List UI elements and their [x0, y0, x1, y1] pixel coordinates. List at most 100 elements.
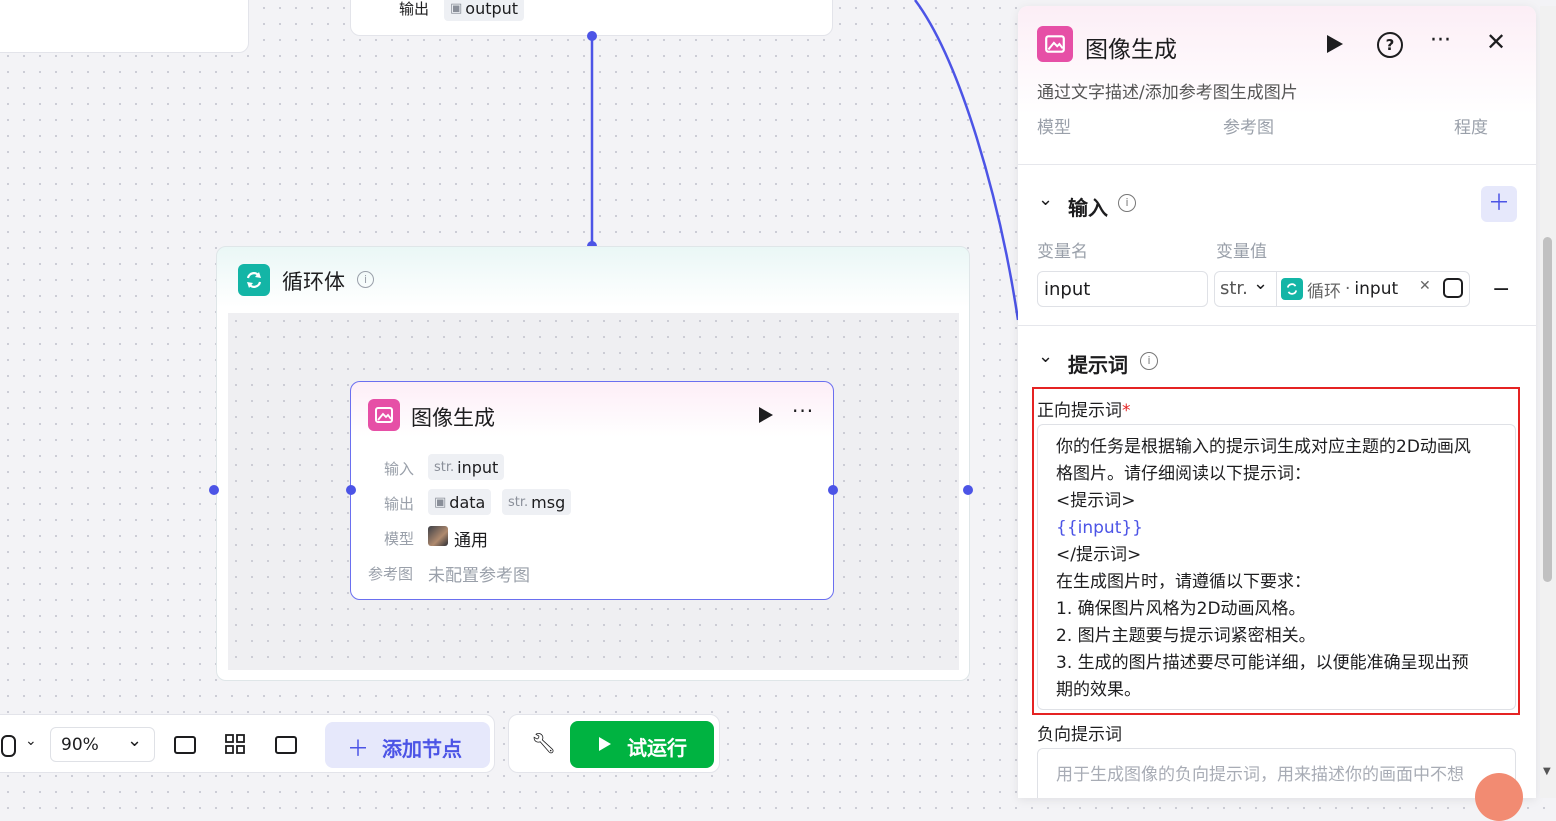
model-avatar	[428, 526, 448, 546]
scrollbar-thumb[interactable]	[1543, 237, 1552, 582]
output-msg-name: msg	[531, 492, 566, 512]
info-icon[interactable]: i	[1140, 352, 1158, 370]
prompt-line: 1. 确保图片风格为2D动画风格。	[1056, 599, 1306, 619]
run-toolbar: 🔧︎ 试运行	[508, 714, 720, 773]
divider	[1018, 325, 1536, 326]
prompt-line: </提示词>	[1056, 545, 1142, 565]
node-output-data-tag: ▣ data	[428, 489, 492, 515]
scroll-down-arrow-icon[interactable]: ▼	[1543, 766, 1551, 777]
positive-prompt-textarea[interactable]: 你的任务是根据输入的提示词生成对应主题的2D动画风 格图片。请仔细阅读以下提示词…	[1037, 424, 1516, 710]
more-icon[interactable]: ···	[1430, 28, 1451, 53]
info-icon[interactable]: i	[357, 271, 374, 288]
node-ref-label: 参考图	[368, 565, 414, 583]
node-model-value: 通用	[454, 531, 488, 551]
node-output-label: 输出	[384, 495, 415, 513]
divider	[1018, 164, 1536, 165]
negative-prompt-textarea[interactable]: 用于生成图像的负向提示词，用来描述你的画面中不想	[1037, 748, 1516, 798]
node-input-label: 输入	[384, 460, 415, 478]
negative-prompt-label: 负向提示词	[1037, 725, 1122, 745]
image-gen-node[interactable]: 图像生成 ··· 输入 str. input 输出 ▣ data str. ms…	[350, 381, 834, 600]
port-dot[interactable]	[963, 485, 973, 495]
trial-run-label: 试运行	[627, 736, 687, 760]
col-degree: 程度	[1454, 118, 1488, 138]
port-dot[interactable]	[209, 485, 219, 495]
ref-var-name: input	[1354, 279, 1399, 299]
minimap-icon[interactable]	[275, 736, 297, 754]
var-name-input[interactable]: input	[1037, 271, 1208, 307]
clear-ref-icon[interactable]: ✕	[1419, 278, 1431, 294]
loop-title: 循环体	[282, 270, 345, 294]
loop-icon	[238, 264, 270, 296]
info-icon[interactable]: i	[1118, 194, 1136, 212]
assistant-avatar[interactable]	[1475, 773, 1523, 821]
run-node-icon[interactable]	[759, 407, 773, 423]
add-input-button[interactable]: ＋	[1481, 186, 1517, 222]
input-name: input	[457, 457, 499, 477]
ref-separator: ·	[1345, 279, 1351, 299]
image-type-icon: ▣	[434, 494, 447, 510]
var-value-header: 变量值	[1216, 242, 1267, 262]
zoom-select[interactable]: 90% ⌄	[50, 727, 155, 762]
wrench-icon[interactable]: 🔧︎	[531, 731, 556, 755]
var-name-header: 变量名	[1037, 242, 1088, 262]
divider	[1276, 272, 1277, 306]
run-icon[interactable]	[1327, 35, 1343, 53]
prompt-line: 格图片。请仔细阅读以下提示词：	[1056, 464, 1311, 484]
port-dot[interactable]	[828, 485, 838, 495]
panel-title: 图像生成	[1085, 37, 1177, 63]
negative-placeholder: 用于生成图像的负向提示词，用来描述你的画面中不想	[1056, 765, 1464, 785]
loop-icon	[1281, 278, 1303, 300]
col-model: 模型	[1037, 118, 1071, 138]
chevron-down-icon[interactable]: ⌄	[1253, 273, 1268, 294]
chevron-down-icon[interactable]: ⌄	[1038, 346, 1053, 367]
panel-scrollbar[interactable]: ▼	[1540, 6, 1556, 798]
prompt-variable-line: {{input}}	[1056, 518, 1143, 538]
var-name-value: input	[1044, 278, 1091, 300]
variable-picker-icon[interactable]	[1443, 278, 1463, 298]
node-model-label: 模型	[384, 530, 415, 548]
remove-input-button[interactable]: −	[1492, 277, 1510, 302]
image-gen-icon	[368, 399, 400, 431]
prompt-line: 在生成图片时，请遵循以下要求：	[1056, 572, 1311, 592]
port-dot[interactable]	[587, 31, 597, 41]
type-label: str.	[434, 459, 455, 475]
port-dot[interactable]	[346, 485, 356, 495]
type-select-value[interactable]: str.	[1220, 278, 1248, 299]
layout-grid-icon[interactable]	[225, 734, 245, 758]
add-node-label: 添加节点	[382, 737, 462, 761]
required-mark: *	[1122, 401, 1131, 421]
bottom-toolbar: ⌄ 90% ⌄ ＋ 添加节点	[0, 714, 495, 773]
var-value-selector[interactable]: str. ⌄ 循环 · input ✕	[1214, 271, 1470, 307]
type-label: str.	[508, 494, 529, 510]
loop-ref-tag: 循环 · input	[1281, 277, 1399, 302]
node-config-panel: 图像生成 ? ··· ✕ 通过文字描述/添加参考图生成图片 模型 参考图 程度 …	[1018, 6, 1536, 798]
node-output-msg-tag: str. msg	[502, 489, 572, 515]
image-gen-icon	[1037, 26, 1073, 62]
prompt-line: 你的任务是根据输入的提示词生成对应主题的2D动画风	[1056, 437, 1471, 457]
close-icon[interactable]: ✕	[1486, 28, 1506, 56]
positive-prompt-label: 正向提示词*	[1037, 396, 1131, 421]
chevron-down-icon[interactable]: ⌄	[25, 733, 37, 749]
ref-loop-name: 循环	[1307, 281, 1341, 302]
help-icon[interactable]: ?	[1377, 32, 1403, 58]
more-icon[interactable]: ···	[792, 399, 814, 423]
prompt-line: <提示词>	[1056, 491, 1136, 511]
col-ref: 参考图	[1223, 118, 1274, 138]
add-node-button[interactable]: ＋ 添加节点	[325, 722, 490, 768]
positive-label-text: 正向提示词	[1037, 401, 1122, 421]
zoom-value: 90%	[61, 735, 99, 755]
node-input-tag: str. input	[428, 454, 505, 480]
plus-icon: ＋	[347, 737, 370, 762]
prompt-line: 2. 图片主题要与提示词紧密相关。	[1056, 626, 1316, 646]
chevron-down-icon: ⌄	[127, 730, 143, 751]
comment-icon[interactable]	[174, 736, 196, 754]
input-section-title: 输入	[1068, 196, 1108, 220]
node-title: 图像生成	[411, 406, 495, 430]
chevron-down-icon[interactable]: ⌄	[1038, 189, 1053, 210]
prompt-line: 期的效果。	[1056, 680, 1141, 700]
prompt-line: 3. 生成的图片描述要尽可能详细，以便能准确呈现出预	[1056, 653, 1469, 673]
trial-run-button[interactable]: 试运行	[570, 721, 714, 768]
mouse-icon[interactable]	[1, 735, 16, 757]
panel-description: 通过文字描述/添加参考图生成图片	[1037, 83, 1298, 103]
output-data-name: data	[449, 492, 486, 512]
